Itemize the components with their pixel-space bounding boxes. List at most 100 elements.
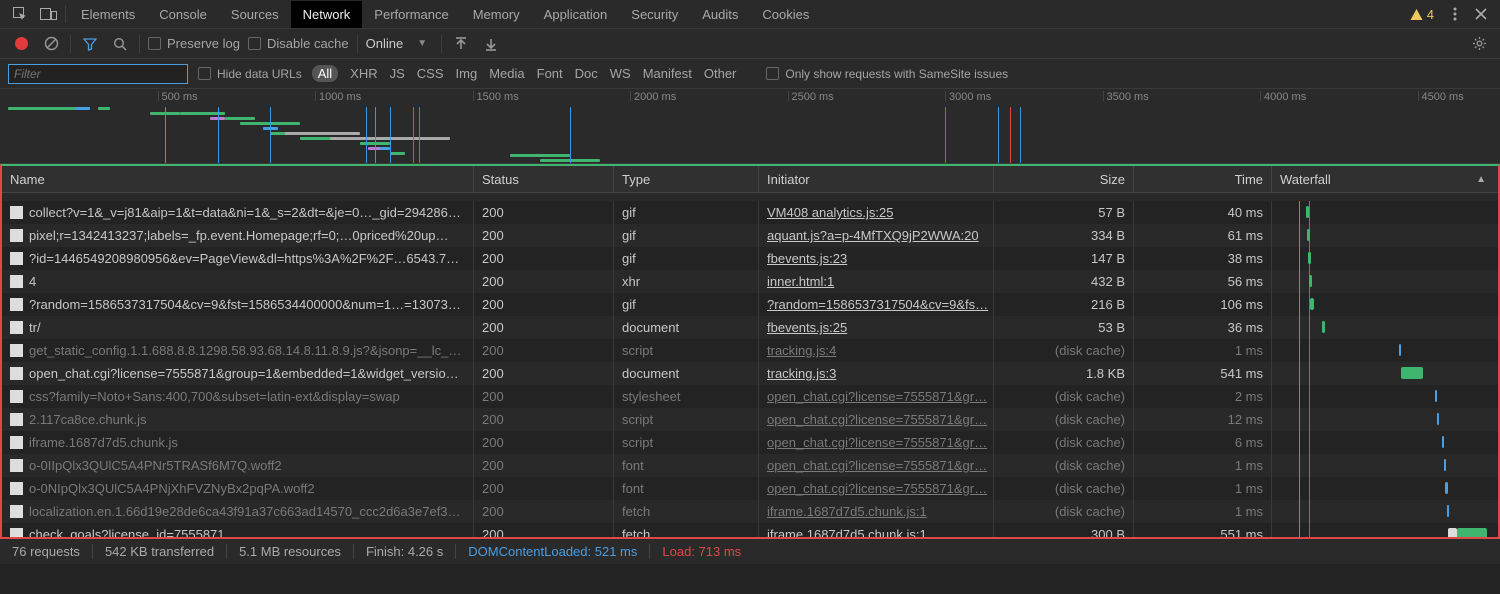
cell-time: 2 ms <box>1134 385 1272 408</box>
cell-initiator[interactable]: tracking.js:4 <box>759 339 994 362</box>
cell-initiator[interactable]: ?random=1586537317504&cv=9&fs… <box>759 293 994 316</box>
filter-type-xhr[interactable]: XHR <box>350 66 377 81</box>
filter-type-font[interactable]: Font <box>537 66 563 81</box>
sort-arrow-icon: ▲ <box>1476 174 1490 185</box>
devtools-tabs: ElementsConsoleSourcesNetworkPerformance… <box>0 0 1500 29</box>
tab-application[interactable]: Application <box>532 1 620 28</box>
cell-initiator[interactable]: fbevents.js:23 <box>759 247 994 270</box>
filter-type-manifest[interactable]: Manifest <box>643 66 692 81</box>
col-waterfall[interactable]: Waterfall▲ <box>1272 166 1498 192</box>
inspect-element-icon[interactable] <box>6 0 34 28</box>
col-initiator[interactable]: Initiator <box>759 166 994 192</box>
tab-cookies[interactable]: Cookies <box>750 1 821 28</box>
cell-initiator[interactable]: aquant.js?a=p-4MfTXQ9jP2WWA:20 <box>759 224 994 247</box>
file-icon <box>10 206 23 219</box>
table-row[interactable]: o-0IIpQlx3QUlC5A4PNr5TRASf6M7Q.woff2200f… <box>2 454 1498 477</box>
cell-initiator[interactable]: open_chat.cgi?license=7555871&gr… <box>759 477 994 500</box>
cell-status: 200 <box>474 247 614 270</box>
filter-type-css[interactable]: CSS <box>417 66 444 81</box>
table-row[interactable]: get_static_config.1.1.688.8.8.1298.58.93… <box>2 339 1498 362</box>
timeline-tick: 2500 ms <box>788 91 834 101</box>
settings-gear-icon[interactable] <box>1468 36 1490 51</box>
filter-type-ws[interactable]: WS <box>610 66 631 81</box>
table-row[interactable]: ?id=1446549208980956&ev=PageView&dl=http… <box>2 247 1498 270</box>
filter-toggle-icon[interactable] <box>79 37 101 51</box>
table-row[interactable]: tr/200documentfbevents.js:2553 B36 ms <box>2 316 1498 339</box>
cell-initiator[interactable]: iframe.1687d7d5.chunk.js:1 <box>759 500 994 523</box>
search-icon[interactable] <box>109 37 131 51</box>
table-row[interactable]: localization.en.1.66d19e28de6ca43f91a37c… <box>2 500 1498 523</box>
tab-security[interactable]: Security <box>619 1 690 28</box>
tab-performance[interactable]: Performance <box>362 1 460 28</box>
cell-initiator[interactable]: fbevents.js:25 <box>759 316 994 339</box>
filter-input[interactable] <box>8 64 188 84</box>
col-type[interactable]: Type <box>614 166 759 192</box>
tab-audits[interactable]: Audits <box>690 1 750 28</box>
cell-type: gif <box>614 293 759 316</box>
table-row[interactable]: check_goals?license_id=7555871200fetchif… <box>2 523 1498 537</box>
cell-initiator[interactable]: iframe.1687d7d5.chunk.js:1 <box>759 523 994 537</box>
cell-initiator[interactable]: inner.html:1 <box>759 270 994 293</box>
col-status[interactable]: Status <box>474 166 614 192</box>
table-row[interactable]: iframe.1687d7d5.chunk.js200scriptopen_ch… <box>2 431 1498 454</box>
download-icon[interactable] <box>480 37 502 51</box>
timeline-overview[interactable]: 500 ms1000 ms1500 ms2000 ms2500 ms3000 m… <box>0 89 1500 164</box>
col-size[interactable]: Size <box>994 166 1134 192</box>
filter-type-img[interactable]: Img <box>456 66 478 81</box>
cell-status: 200 <box>474 385 614 408</box>
cell-initiator[interactable]: open_chat.cgi?license=7555871&gr… <box>759 408 994 431</box>
chevron-down-icon[interactable]: ▼ <box>411 38 433 49</box>
cell-initiator[interactable]: open_chat.cgi?license=7555871&gr… <box>759 431 994 454</box>
cell-initiator[interactable]: open_chat.cgi?license=7555871&gr… <box>759 454 994 477</box>
table-row[interactable]: css?family=Noto+Sans:400,700&subset=lati… <box>2 385 1498 408</box>
clear-button[interactable] <box>40 36 62 51</box>
samesite-checkbox[interactable]: Only show requests with SameSite issues <box>766 67 1008 81</box>
filter-type-js[interactable]: JS <box>390 66 405 81</box>
file-icon <box>10 367 23 380</box>
throttling-select[interactable]: Online <box>366 36 404 51</box>
col-time[interactable]: Time <box>1134 166 1272 192</box>
tab-memory[interactable]: Memory <box>461 1 532 28</box>
cell-initiator[interactable]: VM408 analytics.js:25 <box>759 201 994 224</box>
file-icon <box>10 252 23 265</box>
disable-cache-checkbox[interactable]: Disable cache <box>248 36 349 51</box>
cell-type: script <box>614 408 759 431</box>
cell-time: 12 ms <box>1134 408 1272 431</box>
tab-console[interactable]: Console <box>147 1 219 28</box>
table-row[interactable]: 4200xhrinner.html:1432 B56 ms <box>2 270 1498 293</box>
filter-type-doc[interactable]: Doc <box>575 66 598 81</box>
cell-time: 56 ms <box>1134 270 1272 293</box>
cell-initiator[interactable]: tracking.js:3 <box>759 362 994 385</box>
network-toolbar: Preserve log Disable cache Online ▼ <box>0 29 1500 59</box>
record-button[interactable] <box>10 37 32 50</box>
status-finish: Finish: 4.26 s <box>354 544 456 559</box>
file-icon <box>10 505 23 518</box>
cell-size: 1.8 KB <box>994 362 1134 385</box>
filter-type-other[interactable]: Other <box>704 66 737 81</box>
status-domcontentloaded: DOMContentLoaded: 521 ms <box>456 544 650 559</box>
table-row[interactable]: o-0NIpQlx3QUlC5A4PNjXhFVZNyBx2pqPA.woff2… <box>2 477 1498 500</box>
col-name[interactable]: Name <box>2 166 474 192</box>
cell-initiator[interactable]: open_chat.cgi?license=7555871&gr… <box>759 385 994 408</box>
timeline-tick: 4000 ms <box>1260 91 1306 101</box>
filter-type-all[interactable]: All <box>312 65 338 82</box>
table-row[interactable]: pixel;r=1342413237;labels=_fp.event.Home… <box>2 224 1498 247</box>
tab-elements[interactable]: Elements <box>69 1 147 28</box>
table-row[interactable]: 2.117ca8ce.chunk.js200scriptopen_chat.cg… <box>2 408 1498 431</box>
filter-type-media[interactable]: Media <box>489 66 524 81</box>
tab-sources[interactable]: Sources <box>219 1 291 28</box>
file-icon <box>10 390 23 403</box>
close-devtools-icon[interactable] <box>1468 1 1494 27</box>
more-options-icon[interactable] <box>1442 1 1468 27</box>
table-row[interactable]: ?random=1586537317504&cv=9&fst=158653440… <box>2 293 1498 316</box>
table-row[interactable]: collect?v=1&_v=j81&aip=1&t=data&ni=1&_s=… <box>2 201 1498 224</box>
table-row[interactable]: open_chat.cgi?license=7555871&group=1&em… <box>2 362 1498 385</box>
device-toolbar-icon[interactable] <box>34 0 62 28</box>
warnings-badge[interactable]: 4 <box>1410 7 1434 22</box>
hide-data-urls-checkbox[interactable]: Hide data URLs <box>198 67 302 81</box>
cell-status: 200 <box>474 477 614 500</box>
cell-size: 432 B <box>994 270 1134 293</box>
preserve-log-checkbox[interactable]: Preserve log <box>148 36 240 51</box>
tab-network[interactable]: Network <box>291 1 363 28</box>
upload-icon[interactable] <box>450 37 472 51</box>
